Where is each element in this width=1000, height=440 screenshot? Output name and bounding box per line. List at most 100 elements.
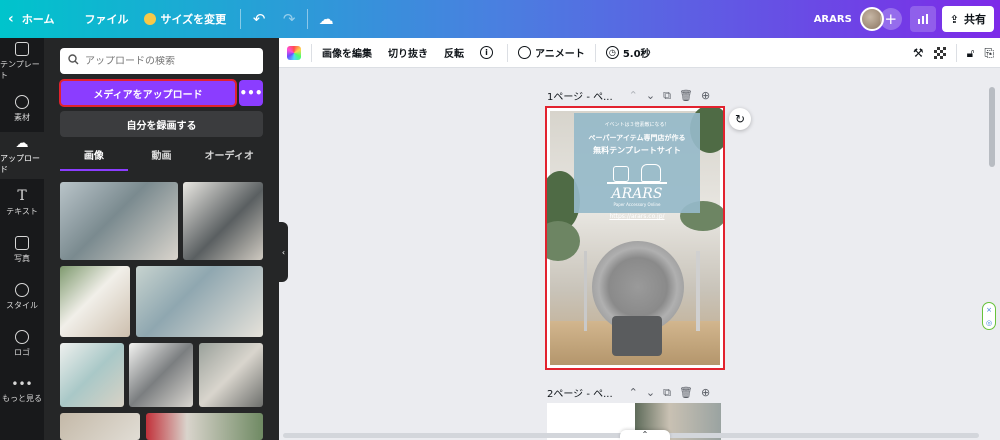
rail-item-template[interactable]: テンプレート — [0, 38, 44, 85]
collapse-panel-handle[interactable]: ‹ — [279, 222, 288, 282]
uploaded-image[interactable] — [183, 182, 263, 260]
search-input[interactable] — [85, 55, 255, 67]
uploaded-image[interactable] — [60, 413, 140, 440]
uploaded-image[interactable] — [60, 266, 130, 337]
rail-label: テキスト — [6, 207, 38, 216]
upload-panel: メディアをアップロード ••• 自分を録画する 画像 動画 オーディオ — [44, 38, 279, 440]
home-label: ホーム — [21, 13, 55, 26]
undo-icon[interactable]: ↶ — [247, 7, 271, 31]
top-bar: ‹ ホーム ファイル サイズを変更 ↶ ↷ ☁ ARARS + ⇪ 共有 — [0, 0, 1000, 38]
uploaded-image[interactable] — [136, 266, 263, 337]
home-button[interactable]: ‹ ホーム — [0, 0, 62, 38]
widget-icon[interactable]: ◎ — [986, 319, 992, 327]
rail-item-photo[interactable]: 写真 — [0, 226, 44, 273]
chevron-up-icon[interactable]: ⌃ — [629, 386, 638, 399]
topbar-divider — [307, 9, 309, 29]
media-tabs: 画像 動画 オーディオ — [60, 147, 263, 171]
rail-label: スタイル — [6, 300, 38, 310]
record-yourself-button[interactable]: 自分を録画する — [60, 111, 263, 137]
right-tools: ⚒ 🔓︎ ⎘ — [913, 38, 994, 68]
toolbar-divider — [311, 43, 312, 62]
chevron-down-icon[interactable]: ⌄ — [646, 89, 655, 102]
add-member-icon[interactable]: + — [879, 8, 902, 30]
paint-roller-icon[interactable]: ⚒ — [913, 46, 924, 60]
rail-item-logo[interactable]: ロゴ — [0, 320, 44, 367]
animate-button[interactable]: アニメート — [510, 38, 593, 68]
copy-style-icon[interactable]: ⎘ — [984, 46, 994, 61]
tab-images[interactable]: 画像 — [60, 147, 128, 171]
page-1-label[interactable]: 1ページ - ペ... — [547, 88, 613, 103]
rail-label: アップロード — [0, 154, 40, 174]
edit-image-button[interactable]: 画像を編集 — [314, 38, 380, 68]
rail-item-style[interactable]: スタイル — [0, 273, 44, 320]
notes-toggle-icon[interactable]: ⌃ — [620, 430, 670, 440]
insights-icon[interactable] — [909, 6, 936, 32]
card-heading-2: 無料テンプレートサイト — [593, 146, 681, 155]
rail-item-upload[interactable]: ☁ アップロード — [0, 132, 44, 179]
upload-media-button[interactable]: メディアをアップロード — [59, 79, 237, 107]
share-label: 共有 — [964, 13, 986, 26]
duplicate-icon[interactable]: ⧉ — [663, 89, 671, 103]
duration-button[interactable]: ◷ 5.0秒 — [598, 38, 659, 68]
logo-icon — [15, 329, 29, 344]
crop-button[interactable]: 切り抜き — [380, 38, 436, 68]
cloud-save-icon[interactable]: ☁ — [314, 7, 338, 31]
share-button[interactable]: ⇪ 共有 — [941, 6, 994, 32]
page-1-canvas[interactable]: イベントは３倍素敵になる！ ペーパーアイテム専門店が作る 無料テンプレートサイト… — [545, 106, 725, 370]
info-icon: i — [480, 46, 493, 59]
side-rail: テンプレート 素材 ☁ アップロード T テキスト 写真 スタイル ロゴ •••… — [0, 38, 44, 440]
knife-shape — [696, 251, 700, 331]
rotate-refresh-icon[interactable]: ↻ — [729, 108, 751, 130]
style-icon — [15, 282, 29, 297]
tab-videos[interactable]: 動画 — [128, 147, 196, 171]
tab-audio[interactable]: オーディオ — [195, 147, 263, 171]
redo-icon[interactable]: ↷ — [277, 7, 301, 31]
trash-icon[interactable]: 🗑︎ — [679, 89, 693, 102]
uploaded-image[interactable] — [129, 343, 193, 407]
page-2-label[interactable]: 2ページ - ペ... — [547, 385, 613, 400]
clock-icon: ◷ — [605, 46, 619, 59]
widget-close-icon[interactable]: × — [986, 306, 992, 314]
page-2-header: 2ページ - ペ... ⌃ ⌄ ⧉ 🗑︎ ⊕ — [547, 385, 710, 401]
uploaded-image[interactable] — [60, 182, 178, 260]
animate-label: アニメート — [535, 49, 585, 60]
toolbar-divider — [955, 44, 957, 62]
upload-cloud-icon: ☁ — [15, 136, 29, 151]
duration-label: 5.0秒 — [622, 49, 651, 60]
chevron-down-icon[interactable]: ⌄ — [646, 386, 655, 399]
rail-item-elements[interactable]: 素材 — [0, 85, 44, 132]
more-options-button[interactable]: ••• — [239, 80, 263, 106]
share-icon: ⇪ — [949, 12, 959, 26]
add-page-icon[interactable]: ⊕ — [701, 89, 710, 102]
add-page-icon[interactable]: ⊕ — [701, 386, 710, 399]
chevron-up-icon[interactable]: ⌃ — [629, 89, 638, 102]
leaf-decoration — [547, 221, 580, 261]
rail-item-more[interactable]: ••• もっと見る — [0, 367, 44, 414]
vertical-scrollbar[interactable] — [988, 75, 996, 427]
background-photo[interactable]: イベントは３倍素敵になる！ ペーパーアイテム専門店が作る 無料テンプレートサイト… — [547, 108, 723, 365]
trash-icon[interactable]: 🗑︎ — [679, 386, 693, 399]
info-card[interactable]: イベントは３倍素敵になる！ ペーパーアイテム専門店が作る 無料テンプレートサイト… — [574, 113, 700, 220]
uploaded-image[interactable] — [199, 343, 263, 407]
side-widget[interactable]: × ◎ — [982, 302, 996, 330]
more-icon: ••• — [11, 377, 33, 391]
card-heading-1: ペーパーアイテム専門店が作る — [588, 134, 686, 142]
card-brand: ARARS — [611, 186, 663, 202]
transparency-icon[interactable] — [933, 47, 946, 59]
duplicate-icon[interactable]: ⧉ — [663, 386, 671, 400]
vertical-scroll-thumb[interactable] — [989, 87, 995, 167]
color-picker-button[interactable] — [279, 38, 309, 68]
search-box[interactable] — [60, 48, 263, 74]
resize-button[interactable]: サイズを変更 — [136, 0, 234, 38]
rail-item-text[interactable]: T テキスト — [0, 179, 44, 226]
flip-button[interactable]: 反転 — [436, 38, 472, 68]
uploaded-image[interactable] — [60, 343, 124, 407]
team-name[interactable]: ARARS — [806, 0, 860, 38]
elements-icon — [15, 94, 29, 109]
info-button[interactable]: i — [472, 38, 505, 68]
search-icon — [68, 54, 79, 68]
uploaded-image[interactable] — [146, 413, 263, 440]
file-menu-button[interactable]: ファイル — [76, 0, 136, 38]
lock-icon[interactable]: 🔓︎ — [967, 46, 975, 61]
chevron-left-icon: ‹ — [8, 11, 14, 27]
